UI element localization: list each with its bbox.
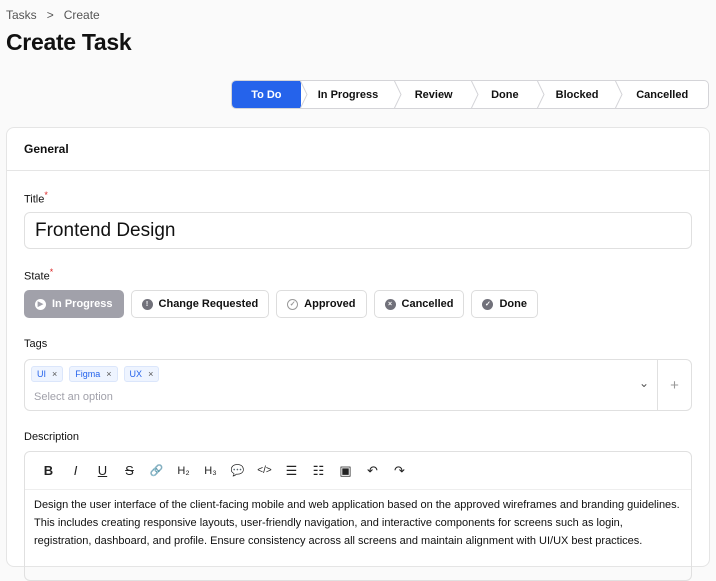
remove-tag-icon[interactable]: ×: [106, 369, 111, 379]
state-label: Change Requested: [158, 298, 259, 310]
remove-tag-icon[interactable]: ×: [148, 369, 153, 379]
title-label: Title*: [24, 190, 48, 206]
breadcrumb-create: Create: [63, 8, 100, 22]
state-label: Approved: [304, 298, 356, 310]
step-cancelled[interactable]: Cancelled: [615, 81, 708, 108]
strikethrough-icon[interactable]: S: [116, 463, 143, 478]
title-input[interactable]: Frontend Design: [24, 212, 692, 249]
general-section: General Title* Frontend Design State* ▶ I…: [6, 127, 710, 581]
heading-3-icon[interactable]: H₃: [197, 465, 224, 477]
link-icon[interactable]: 🔗: [143, 464, 170, 477]
redo-icon[interactable]: ↷: [386, 463, 413, 479]
undo-icon[interactable]: ↶: [359, 463, 386, 479]
ordered-list-icon[interactable]: ☷: [305, 463, 332, 479]
breadcrumb-tasks[interactable]: Tasks: [6, 8, 37, 22]
tags-placeholder[interactable]: Select an option: [34, 391, 113, 403]
required-marker: *: [49, 267, 54, 277]
state-change-requested[interactable]: ! Change Requested: [130, 290, 270, 318]
title-label-text: Title: [24, 193, 45, 206]
code-icon[interactable]: </>: [251, 465, 278, 476]
description-text[interactable]: Design the user interface of the client-…: [25, 490, 691, 556]
breadcrumb-separator: >: [46, 8, 54, 22]
state-done[interactable]: ✓ Done: [471, 290, 538, 318]
step-label: Blocked: [555, 88, 599, 101]
description-label: Description: [24, 431, 80, 443]
tags-select[interactable]: UI × Figma × UX × Select an option ⌄ +: [24, 359, 692, 411]
step-review[interactable]: Review: [394, 81, 472, 108]
italic-icon[interactable]: I: [62, 463, 89, 478]
page-title: Create Task: [6, 29, 132, 55]
step-separator-icon: [394, 81, 402, 108]
step-in-progress[interactable]: In Progress: [299, 81, 396, 108]
section-title: General: [7, 128, 709, 171]
tag-ux: UX ×: [123, 366, 160, 382]
status-steps: To Do In Progress Review Done Blocked Ca…: [231, 80, 709, 109]
step-label: In Progress: [317, 88, 379, 101]
bold-icon[interactable]: B: [35, 463, 62, 478]
tags-label: Tags: [24, 338, 48, 350]
tag-label: Figma: [75, 369, 101, 379]
image-icon[interactable]: ▣: [332, 463, 359, 479]
tag-figma: Figma ×: [69, 366, 118, 382]
heading-2-icon[interactable]: H₂: [170, 465, 197, 477]
step-label: Done: [491, 88, 519, 101]
step-to-do[interactable]: To Do: [232, 81, 301, 108]
step-separator-icon: [299, 81, 308, 108]
step-separator-icon: [615, 81, 623, 108]
state-cancelled[interactable]: × Cancelled: [373, 290, 465, 318]
x-circle-icon: ×: [384, 298, 396, 310]
step-label: Review: [414, 88, 453, 101]
tag-label: UI: [37, 369, 46, 379]
description-editor: B I U S 🔗 H₂ H₃ 💬 </> ☰ ☷ ▣ ↶ ↷ Design t…: [24, 451, 692, 581]
step-separator-icon: [536, 81, 545, 108]
check-circle-icon: ✓: [287, 298, 299, 310]
step-separator-icon: [471, 81, 479, 108]
state-approved[interactable]: ✓ Approved: [276, 290, 367, 318]
required-marker: *: [44, 190, 48, 200]
state-label-text: State: [24, 270, 50, 283]
step-done[interactable]: Done: [471, 81, 538, 108]
breadcrumb: Tasks > Create: [6, 8, 100, 22]
exclamation-icon: !: [141, 298, 153, 310]
tag-label: UX: [129, 369, 143, 379]
add-tag-button[interactable]: +: [657, 360, 691, 410]
remove-tag-icon[interactable]: ×: [52, 369, 57, 379]
check-circle-icon: ✓: [482, 298, 494, 310]
state-in-progress[interactable]: ▶ In Progress: [24, 290, 124, 318]
chevron-down-icon[interactable]: ⌄: [639, 376, 649, 390]
state-label: Cancelled: [401, 298, 454, 310]
step-label: Cancelled: [636, 88, 689, 101]
step-blocked[interactable]: Blocked: [536, 81, 617, 108]
editor-toolbar: B I U S 🔗 H₂ H₃ 💬 </> ☰ ☷ ▣ ↶ ↷: [25, 452, 691, 490]
state-label: Done: [499, 298, 527, 310]
state-options: ▶ In Progress ! Change Requested ✓ Approved…: [24, 290, 538, 318]
play-icon: ▶: [35, 298, 46, 310]
bullet-list-icon[interactable]: ☰: [278, 463, 305, 479]
tag-ui: UI ×: [31, 366, 64, 382]
state-label: In Progress: [52, 298, 113, 310]
step-label: To Do: [251, 88, 282, 101]
underline-icon[interactable]: U: [89, 463, 116, 478]
blockquote-icon[interactable]: 💬: [224, 464, 251, 477]
state-label: State*: [24, 267, 53, 283]
